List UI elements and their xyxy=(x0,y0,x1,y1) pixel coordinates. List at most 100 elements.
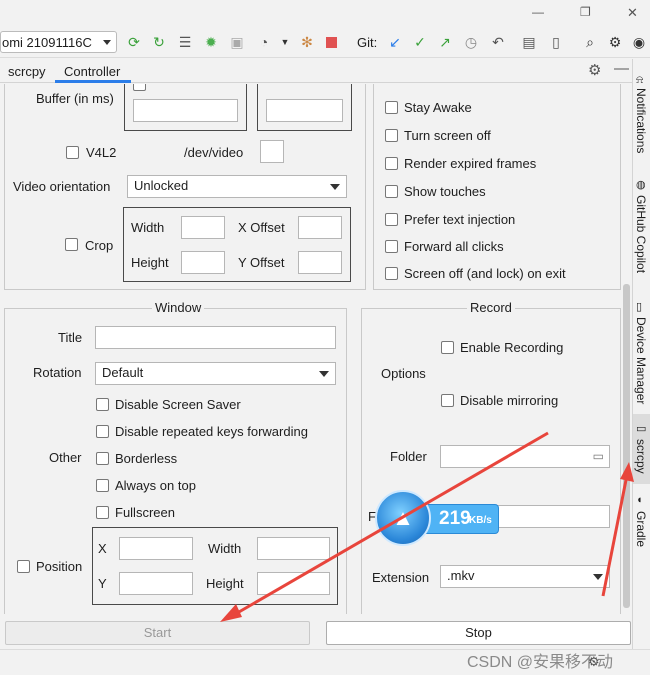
assistant-icon[interactable]: ◉ xyxy=(630,33,648,51)
other-label: Other xyxy=(49,450,82,465)
stop-icon[interactable] xyxy=(322,33,340,51)
sidepanel-scrcpy[interactable]: ▭ scrcpy xyxy=(633,414,650,484)
chevron-down-icon xyxy=(330,184,340,190)
folder-label: Folder xyxy=(390,449,427,464)
sidepanel-label: GitHub Copilot xyxy=(634,195,648,274)
disable-repeat-label: Disable repeated keys forwarding xyxy=(115,424,308,439)
disable-saver-checkbox[interactable] xyxy=(96,398,109,411)
settings-icon[interactable]: ⚙ xyxy=(606,33,624,51)
sync-bug-icon[interactable]: ✻ xyxy=(298,33,316,51)
crop-width-input[interactable] xyxy=(181,216,225,239)
crop-x-offset-input[interactable] xyxy=(298,216,342,239)
rotation-label: Rotation xyxy=(33,365,82,380)
title-input[interactable] xyxy=(95,326,336,349)
rollback-icon[interactable]: ↶ xyxy=(489,33,507,51)
title-bar: — ❐ ✕ xyxy=(0,0,650,28)
close-button[interactable]: ✕ xyxy=(627,5,638,21)
orientation-label: Video orientation xyxy=(13,179,111,194)
profiler-icon[interactable]: ◔ xyxy=(255,33,273,51)
chevron-down-icon xyxy=(103,40,111,45)
more-chevron-icon[interactable]: ▼ xyxy=(276,33,294,51)
pos-height-input[interactable] xyxy=(257,572,330,595)
hidden-checkbox[interactable] xyxy=(133,84,146,91)
tab-controller[interactable]: Controller xyxy=(64,64,120,79)
disable-repeat-checkbox[interactable] xyxy=(96,425,109,438)
borderless-checkbox[interactable] xyxy=(96,452,109,465)
pos-y-input[interactable] xyxy=(119,572,193,595)
crop-height-label: Height xyxy=(131,255,169,270)
turn-screen-off-checkbox[interactable] xyxy=(385,129,398,142)
disable-mirroring-checkbox[interactable] xyxy=(441,394,454,407)
history-icon[interactable]: ◷ xyxy=(462,33,480,51)
gear-icon[interactable]: ⚙ xyxy=(588,61,601,79)
sidepanel-device-manager[interactable]: ▯ Device Manager xyxy=(633,300,650,405)
folder-icon[interactable]: ▭ xyxy=(593,449,604,463)
screen-off-exit-checkbox[interactable] xyxy=(385,267,398,280)
stop-label: Stop xyxy=(465,625,492,640)
tab-scrcpy[interactable]: scrcpy xyxy=(8,64,46,79)
sidepanel-notifications[interactable]: ⍾ Notifications xyxy=(633,74,650,154)
scrollbar-thumb[interactable] xyxy=(623,284,630,608)
fullscreen-checkbox[interactable] xyxy=(96,506,109,519)
orientation-select[interactable]: Unlocked xyxy=(127,175,347,198)
render-expired-checkbox[interactable] xyxy=(385,157,398,170)
stay-awake-checkbox[interactable] xyxy=(385,101,398,114)
folder-input[interactable]: ▭ xyxy=(440,445,610,468)
git-commit-icon[interactable]: ✓ xyxy=(411,33,429,51)
pos-width-label: Width xyxy=(208,541,242,556)
rerun-icon[interactable]: ⟳ xyxy=(125,33,143,51)
crop-height-input[interactable] xyxy=(181,251,225,274)
rotation-select[interactable]: Default xyxy=(95,362,336,385)
v4l2-device-input[interactable] xyxy=(260,140,284,163)
hide-icon[interactable]: — xyxy=(614,60,629,77)
pos-width-input[interactable] xyxy=(257,537,330,560)
device-selector[interactable]: omi 21091116C xyxy=(0,31,117,53)
status-gear-icon[interactable]: ⚙ xyxy=(588,654,600,670)
search-icon[interactable]: ⌕ xyxy=(581,33,599,51)
buffer-input-1[interactable] xyxy=(133,99,238,122)
start-button[interactable]: Start xyxy=(5,621,310,645)
speed-unit: KB/s xyxy=(469,515,492,526)
git-push-icon[interactable]: ↗ xyxy=(436,33,454,51)
record-group-title: Record xyxy=(467,300,515,315)
position-checkbox[interactable] xyxy=(17,560,30,573)
always-on-top-checkbox[interactable] xyxy=(96,479,109,492)
debug-icon[interactable]: ✹ xyxy=(202,33,220,51)
prefer-text-checkbox[interactable] xyxy=(385,213,398,226)
crop-label: Crop xyxy=(85,238,114,253)
forward-clicks-checkbox[interactable] xyxy=(385,240,398,253)
sidepanel-label: Notifications xyxy=(634,88,648,154)
buffer-label: Buffer (in ms) xyxy=(36,91,114,106)
device-mirror-icon[interactable]: ▤ xyxy=(520,33,538,51)
crop-checkbox[interactable] xyxy=(65,238,78,251)
v4l2-checkbox[interactable] xyxy=(66,146,79,159)
record-options-label: Options xyxy=(381,366,426,381)
v4l2-label: V4L2 xyxy=(86,145,117,160)
minimize-button[interactable]: — xyxy=(532,5,544,19)
disable-mirroring-label: Disable mirroring xyxy=(460,393,559,408)
attach-icon[interactable]: ▣ xyxy=(228,33,246,51)
stop-button[interactable]: Stop xyxy=(326,621,631,645)
speed-widget: 219 KB/s ▲ xyxy=(375,490,501,548)
buffer-input-2[interactable] xyxy=(266,99,343,122)
git-update-icon[interactable]: ↙ xyxy=(386,33,404,51)
position-label: Position xyxy=(36,559,83,574)
apply-changes-icon[interactable]: ↻ xyxy=(150,33,168,51)
device-manager-icon[interactable]: ▯ xyxy=(547,33,565,51)
show-touches-checkbox[interactable] xyxy=(385,185,398,198)
pos-x-input[interactable] xyxy=(119,537,193,560)
extension-select[interactable]: .mkv xyxy=(440,565,610,588)
show-touches-label: Show touches xyxy=(404,184,486,199)
sidepanel-gradle[interactable]: ◖ Gradle xyxy=(633,494,650,554)
pos-x-label: X xyxy=(98,541,107,556)
crop-width-label: Width xyxy=(131,220,165,235)
tab-bar: scrcpy Controller ⚙ — xyxy=(0,59,632,83)
sidepanel-copilot[interactable]: ◍ GitHub Copilot xyxy=(633,178,650,278)
logcat-icon[interactable]: ☰ xyxy=(176,33,194,51)
restore-button[interactable]: ❐ xyxy=(580,5,591,19)
extension-label: Extension xyxy=(372,570,430,585)
enable-recording-checkbox[interactable] xyxy=(441,341,454,354)
crop-y-offset-input[interactable] xyxy=(298,251,342,274)
title-label: Title xyxy=(58,330,83,345)
crop-x-offset-label: X Offset xyxy=(238,220,285,235)
